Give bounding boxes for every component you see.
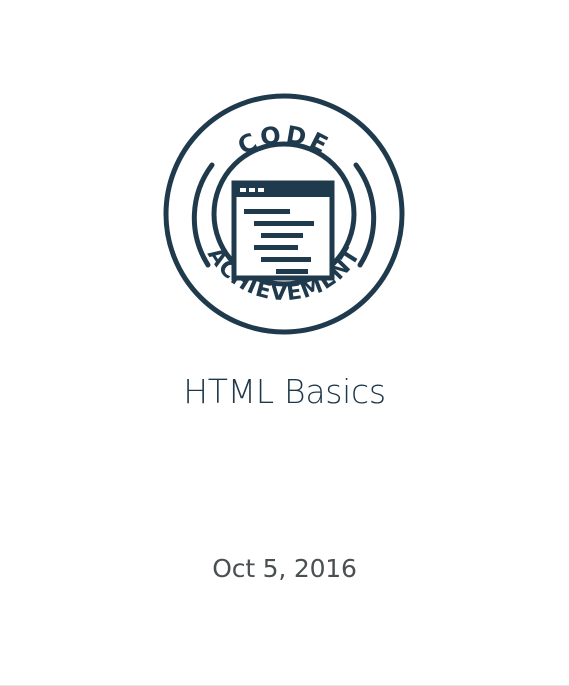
code-window-icon [231, 180, 335, 281]
code-achievement-badge-icon: CODE ACHIEVEMENT [163, 93, 405, 335]
course-title: HTML Basics [183, 372, 386, 411]
achievement-card: CODE ACHIEVEMENT HTML B [0, 0, 569, 686]
award-date: Oct 5, 2016 [212, 554, 357, 583]
badge-top-text: CODE [233, 120, 335, 160]
